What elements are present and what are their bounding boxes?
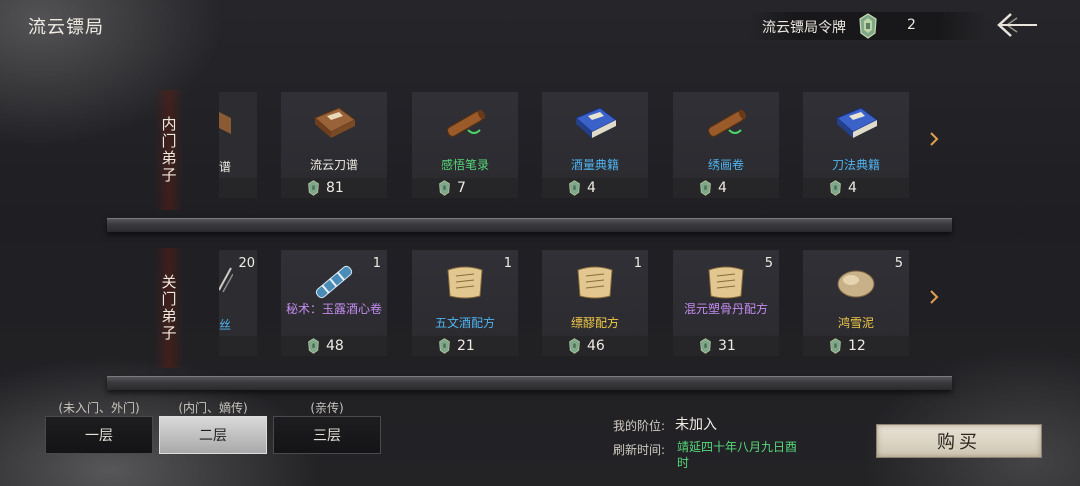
- recipe-scroll-icon: [447, 266, 483, 299]
- shop-item-2[interactable]: 感悟笔录 7: [412, 92, 518, 198]
- shop-item-6[interactable]: 1 秘术：玉露酒心卷 48: [281, 250, 387, 356]
- item-name: 绣画卷: [707, 158, 744, 172]
- item-count: 5: [764, 256, 773, 271]
- item-price: 12: [848, 338, 866, 354]
- shop-item-8[interactable]: 1 缥醪配方 46: [542, 250, 648, 356]
- floor-3-button[interactable]: 三层: [273, 416, 381, 454]
- item-count: 1: [503, 256, 512, 271]
- item-name: 流云刀谱: [309, 158, 358, 172]
- rank-value: 未加入: [675, 417, 717, 433]
- shop-item-1[interactable]: 流云刀谱 81: [281, 92, 387, 198]
- book-blue-icon: [575, 107, 617, 138]
- shop-item-7[interactable]: 1 五文酒配方 21: [412, 250, 518, 356]
- refresh-label: 刷新时间:: [613, 443, 666, 457]
- floor-hint-3: (亲传): [310, 401, 344, 415]
- back-button[interactable]: [993, 10, 1041, 40]
- token-icon: [439, 338, 450, 354]
- token-icon: [700, 338, 711, 354]
- item-price: 31: [718, 338, 736, 354]
- item-name: 酒量典籍: [570, 158, 619, 172]
- item-name: 五文酒配方: [434, 316, 495, 330]
- shop-item-9[interactable]: 5 混元塑骨丹配方 31: [673, 250, 779, 356]
- item-price: 48: [326, 338, 344, 354]
- book-brown-icon: [314, 107, 356, 138]
- item-price: 4: [587, 180, 596, 196]
- shop-item-4[interactable]: 绣画卷 4: [673, 92, 779, 198]
- item-price: 4: [718, 180, 727, 196]
- shelf-divider: [107, 376, 952, 390]
- token-icon: [859, 13, 877, 39]
- item-name: 鸿雪泥: [837, 316, 874, 330]
- token-icon: [308, 180, 319, 196]
- shop-item-10[interactable]: 5 鸿雪泥 12: [803, 250, 909, 356]
- recipe-scroll-icon: [708, 266, 744, 299]
- token-icon: [830, 338, 841, 354]
- partial-item[interactable]: 20 丝: [219, 250, 257, 356]
- rank-label: 我的阶位:: [613, 419, 666, 433]
- partial-item[interactable]: 谱: [219, 92, 257, 198]
- shop-item-5[interactable]: 刀法典籍 4: [803, 92, 909, 198]
- item-name: 混元塑骨丹配方: [683, 302, 768, 316]
- shop-item-3[interactable]: 酒量典籍 4: [542, 92, 648, 198]
- item-count: 1: [372, 256, 381, 271]
- item-price: 7: [457, 180, 466, 196]
- token-icon: [700, 180, 711, 196]
- item-name: 刀法典籍: [831, 158, 880, 172]
- chevron-right-icon[interactable]: [929, 290, 939, 304]
- token-icon: [569, 180, 580, 196]
- floor-hint-2: (内门、嫡传): [178, 401, 248, 415]
- stone-icon: [837, 270, 875, 298]
- back-arrow-icon: [997, 13, 1037, 37]
- item-price: 21: [457, 338, 475, 354]
- item-name: 感悟笔录: [440, 158, 489, 172]
- shelf-label-inner: 内门弟子: [155, 90, 183, 210]
- page-title: 流云镖局: [28, 17, 104, 38]
- item-name: 缥醪配方: [570, 316, 619, 330]
- token-label: 流云镖局令牌: [762, 20, 846, 36]
- shelf-label-outer: 关门弟子: [155, 248, 183, 368]
- item-name: 秘术：玉露酒心卷: [285, 302, 382, 316]
- book-blue-icon: [836, 107, 878, 138]
- inner-disciple-shelf: 内门弟子 谱 流云刀谱 81 感悟笔录 7 酒量典籍 4 绣画卷 4 刀法典籍 …: [107, 90, 952, 232]
- scroll-roll-icon: [447, 109, 486, 137]
- token-balance: 流云镖局令牌 2: [750, 12, 985, 40]
- floor-hint-1: (未入门、外门): [58, 401, 140, 415]
- chevron-right-icon[interactable]: [929, 132, 939, 146]
- token-icon: [439, 180, 450, 196]
- top-bar: 流云镖局 流云镖局令牌 2: [0, 0, 1080, 48]
- floor-2-button[interactable]: 二层: [159, 416, 267, 454]
- scroll-icon: [219, 267, 233, 293]
- scroll-roll-icon: [708, 109, 747, 137]
- recipe-scroll-icon: [577, 266, 613, 299]
- shelf-divider: [107, 218, 952, 232]
- scroll-blue-icon: [315, 265, 353, 299]
- refresh-time: 靖延四十年八月九日酉时: [677, 440, 798, 470]
- token-icon: [569, 338, 580, 354]
- item-price: 4: [848, 180, 857, 196]
- token-count: 2: [907, 17, 916, 33]
- floor-1-button[interactable]: 一层: [45, 416, 153, 454]
- item-count: 1: [633, 256, 642, 271]
- token-icon: [830, 180, 841, 196]
- item-count: 5: [894, 256, 903, 271]
- closed-disciple-shelf: 关门弟子 20 丝 1 秘术：玉露酒心卷 48 1 五文酒配方 21 1 缥醪配…: [107, 248, 952, 390]
- book-brown-icon: [219, 112, 231, 134]
- token-icon: [308, 338, 319, 354]
- item-price: 81: [326, 180, 344, 196]
- buy-button[interactable]: 购买: [876, 424, 1042, 458]
- item-price: 46: [587, 338, 605, 354]
